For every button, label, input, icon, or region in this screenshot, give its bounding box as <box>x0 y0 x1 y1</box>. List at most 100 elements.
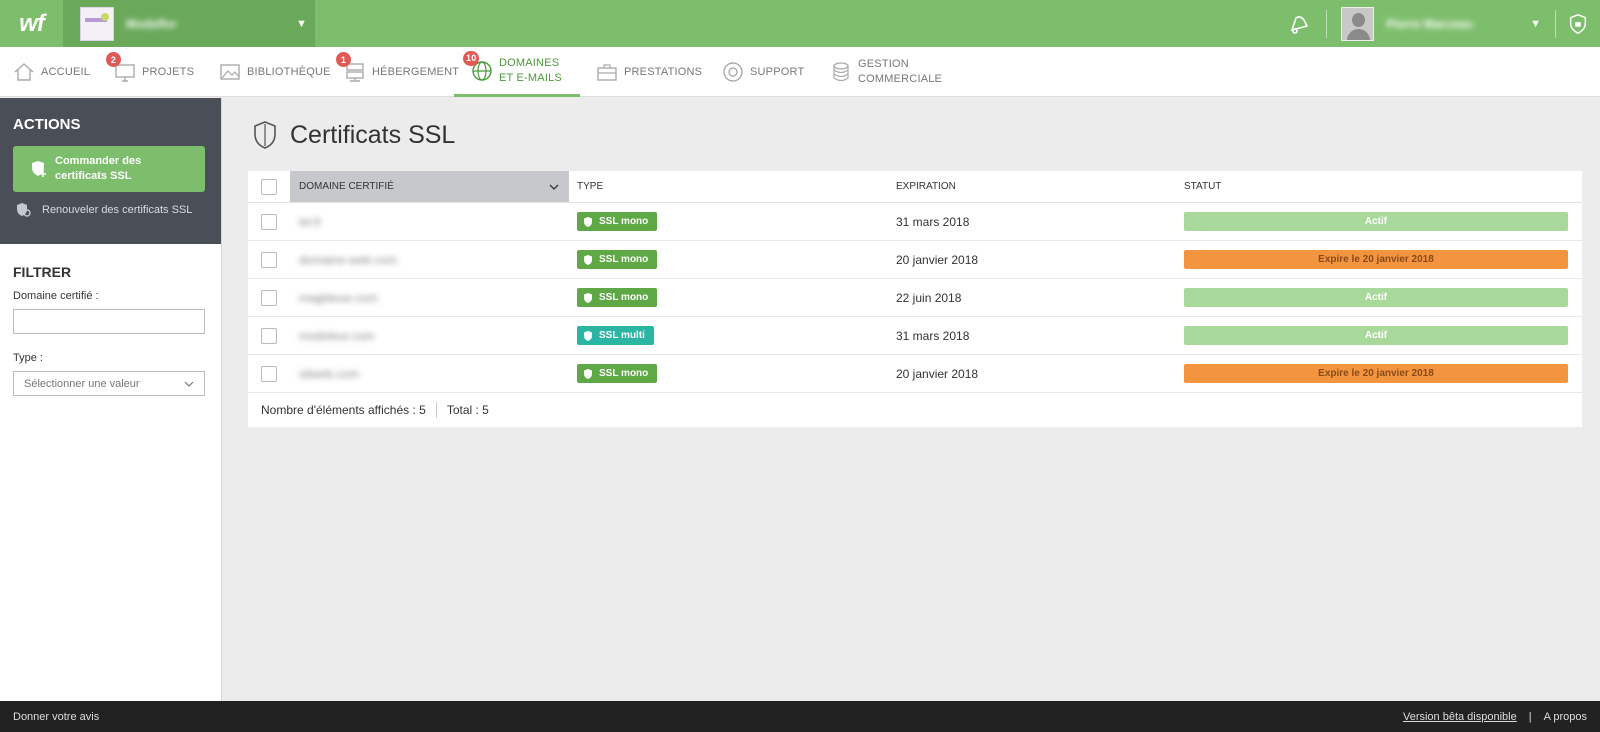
chevron-down-icon <box>549 184 559 190</box>
site-name: Modelfor <box>126 16 177 31</box>
filter-title: FILTRER <box>13 264 72 280</box>
projets-badge: 2 <box>106 52 121 67</box>
domain-name: magbleue.com <box>299 290 378 305</box>
main-content: Certificats SSL DOMAINE CERTIFIÉ TYPE EX… <box>222 98 1600 701</box>
page-header: Certificats SSL <box>252 120 455 150</box>
sidebar: ACTIONS Commander des certificats SSL Ren… <box>0 98 222 701</box>
shield-renew-icon <box>17 203 31 217</box>
nav-domaines[interactable]: 10 DOMAINES ET E-MAILS <box>454 47 580 97</box>
about-link[interactable]: A propos <box>1544 711 1587 723</box>
nav-projets[interactable]: 2 PROJETS <box>106 47 194 97</box>
shield-icon <box>583 330 593 342</box>
type-tag: SSL mono <box>577 250 658 269</box>
column-expiration-header[interactable]: EXPIRATION <box>888 181 1176 192</box>
main-nav: ACCUEIL 2 PROJETS BIBLIOTHÈQUE 1 HÉBERGE… <box>0 47 1600 97</box>
table-row[interactable]: magbleue.com SSL mono 22 juin 2018 Actif <box>248 279 1582 317</box>
type-filter-label: Type : <box>13 352 43 364</box>
nav-hebergement[interactable]: 1 HÉBERGEMENT <box>336 47 459 97</box>
ssl-table: DOMAINE CERTIFIÉ TYPE EXPIRATION STATUT … <box>248 171 1582 427</box>
select-all-checkbox[interactable] <box>261 178 277 195</box>
site-thumbnail <box>80 6 114 41</box>
notifications-button[interactable] <box>1270 0 1326 47</box>
total-count: Total : 5 <box>446 402 489 417</box>
table-footer: Nombre d'éléments affichés : 5 Total : 5 <box>248 393 1582 426</box>
server-icon: 1 <box>336 52 366 83</box>
beta-version-link[interactable]: Version bêta disponible <box>1403 711 1517 723</box>
row-checkbox[interactable] <box>261 365 277 382</box>
table-header: DOMAINE CERTIFIÉ TYPE EXPIRATION STATUT <box>248 171 1582 203</box>
nav-support[interactable]: SUPPORT <box>722 47 804 97</box>
hebergement-badge: 1 <box>336 52 351 67</box>
table-row[interactable]: modeleur.com SSL multi 31 mars 2018 Acti… <box>248 317 1582 355</box>
type-filter-select[interactable]: Sélectionner une valeur <box>13 371 205 396</box>
displayed-count: Nombre d'éléments affichés : 5 <box>261 402 426 417</box>
column-status-header[interactable]: STATUT <box>1176 181 1582 192</box>
expiration-date: 31 mars 2018 <box>896 214 970 229</box>
bell-icon <box>1290 15 1309 34</box>
filter-panel: FILTRER Domaine certifié : Type : Sélect… <box>0 244 221 416</box>
site-switcher[interactable]: Modelfor ▼ <box>63 0 315 47</box>
actions-title: ACTIONS <box>13 116 81 133</box>
status-badge: Expire le 20 janvier 2018 <box>1184 364 1568 383</box>
row-checkbox[interactable] <box>261 289 277 306</box>
status-badge: Actif <box>1184 288 1568 307</box>
lifebuoy-icon <box>722 61 744 83</box>
domain-name: modeleur.com <box>299 328 375 343</box>
top-bar: wf Modelfor ▼ Pierre Marceau ▼ <box>0 0 1600 47</box>
shield-icon <box>583 292 593 304</box>
shield-icon <box>583 368 593 380</box>
home-icon <box>13 61 35 83</box>
avatar <box>1341 6 1375 41</box>
expiration-date: 20 janvier 2018 <box>896 252 979 267</box>
footer-separator: | <box>1528 710 1532 723</box>
expiration-date: 22 juin 2018 <box>896 290 962 305</box>
feedback-link[interactable]: Donner votre avis <box>13 711 99 723</box>
chevron-down-icon: ▼ <box>296 17 307 30</box>
user-menu[interactable]: Pierre Marceau ▼ <box>1327 0 1555 47</box>
user-name: Pierre Marceau <box>1386 16 1473 31</box>
type-tag: SSL mono <box>577 212 658 231</box>
briefcase-icon <box>596 61 618 83</box>
type-tag: SSL mono <box>577 364 658 383</box>
domain-filter-label: Domaine certifié : <box>13 290 99 302</box>
row-checkbox[interactable] <box>261 251 277 268</box>
domaines-badge: 10 <box>463 50 480 66</box>
table-row[interactable]: domaine-web.com SSL mono 20 janvier 2018… <box>248 241 1582 279</box>
domain-filter-input[interactable] <box>13 309 205 334</box>
table-row[interactable]: lel.fr SSL mono 31 mars 2018 Actif <box>248 203 1582 241</box>
footer: Donner votre avis Version bêta disponibl… <box>0 701 1600 732</box>
chevron-down-icon <box>184 381 194 387</box>
domain-name: sitweb.com <box>299 366 360 381</box>
domain-name: lel.fr <box>299 214 322 229</box>
page-title: Certificats SSL <box>290 120 456 149</box>
order-ssl-button[interactable]: Commander des certificats SSL <box>13 146 205 192</box>
row-checkbox[interactable] <box>261 327 277 344</box>
type-tag: SSL multi <box>577 326 654 345</box>
column-domain-header[interactable]: DOMAINE CERTIFIÉ <box>290 171 569 202</box>
nav-prestations[interactable]: PRESTATIONS <box>596 47 702 97</box>
row-checkbox[interactable] <box>261 213 277 230</box>
nav-accueil[interactable]: ACCUEIL <box>13 47 90 97</box>
nav-gestion-commerciale[interactable]: GESTION COMMERCIALE <box>830 47 942 97</box>
shield-icon <box>1569 13 1587 34</box>
image-icon <box>219 61 241 83</box>
type-filter-value: Sélectionner une valeur <box>24 377 140 390</box>
table-row[interactable]: sitweb.com SSL mono 20 janvier 2018 Expi… <box>248 355 1582 393</box>
divider <box>435 401 437 418</box>
shield-icon <box>583 254 593 266</box>
coins-icon <box>830 61 852 83</box>
renew-ssl-link[interactable]: Renouveler des certificats SSL <box>13 202 208 218</box>
domain-name: domaine-web.com <box>299 252 398 267</box>
logo[interactable]: wf <box>0 0 63 47</box>
status-badge: Expire le 20 janvier 2018 <box>1184 250 1568 269</box>
chevron-down-icon: ▼ <box>1530 17 1541 30</box>
shield-add-icon <box>32 161 46 177</box>
security-button[interactable] <box>1556 0 1600 47</box>
column-type-header[interactable]: TYPE <box>569 181 888 192</box>
monitor-icon: 2 <box>106 52 136 83</box>
shield-icon <box>583 216 593 228</box>
globe-icon: 10 <box>463 50 493 82</box>
nav-bibliotheque[interactable]: BIBLIOTHÈQUE <box>219 47 331 97</box>
type-tag: SSL mono <box>577 288 658 307</box>
expiration-date: 31 mars 2018 <box>896 328 970 343</box>
